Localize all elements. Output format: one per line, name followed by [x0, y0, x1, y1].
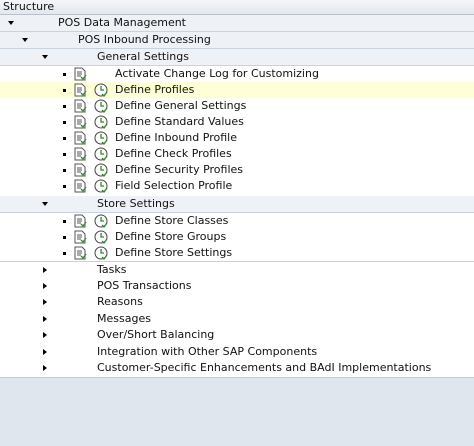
tree-node-label: Integration with Other SAP Components — [97, 345, 318, 358]
tree-node-general-settings[interactable]: General Settings — [0, 49, 474, 66]
bullet-icon — [63, 153, 66, 156]
tree-node-label: Store Settings — [97, 197, 175, 210]
tree-node-label: Messages — [97, 312, 151, 325]
tree-node-label: POS Data Management — [58, 16, 186, 29]
expand-triangle-icon[interactable] — [43, 267, 47, 273]
clock-icon[interactable] — [94, 246, 108, 260]
clock-icon[interactable] — [94, 99, 108, 113]
tree-activity-define-standard-values[interactable]: Define Standard Values — [0, 114, 474, 130]
expand-triangle-icon[interactable] — [43, 365, 47, 371]
tree-node-label: Tasks — [97, 263, 127, 276]
clock-icon[interactable] — [94, 179, 108, 193]
empty-area — [0, 377, 474, 446]
document-icon[interactable] — [73, 83, 87, 97]
tree-activity-label: Define Store Groups — [115, 230, 227, 243]
tree-activity-define-security-profiles[interactable]: Define Security Profiles — [0, 162, 474, 178]
tree-activity-label: Define Store Settings — [115, 246, 233, 259]
tree-activity-label: Define Standard Values — [115, 115, 244, 128]
expand-triangle-icon[interactable] — [42, 202, 48, 206]
bullet-icon — [63, 169, 66, 172]
structure-title: Structure — [3, 0, 55, 13]
tree-activity-define-profiles[interactable]: Define Profiles — [0, 82, 474, 98]
tree-activity-label: Define Store Classes — [115, 214, 229, 227]
bullet-icon — [63, 252, 66, 255]
document-icon[interactable] — [73, 67, 87, 81]
bullet-icon — [63, 137, 66, 140]
tree-node-tasks[interactable]: Tasks — [0, 261, 474, 278]
clock-icon[interactable] — [94, 230, 108, 244]
tree-node-reasons[interactable]: Reasons — [0, 294, 474, 310]
tree-node-pos-inbound-processing[interactable]: POS Inbound Processing — [0, 32, 474, 49]
structure-tree: POS Data Management POS Inbound Processi… — [0, 15, 474, 377]
document-icon[interactable] — [73, 115, 87, 129]
bullet-icon — [63, 220, 66, 223]
bullet-icon — [63, 105, 66, 108]
tree-node-pos-data-management[interactable]: POS Data Management — [0, 15, 474, 32]
tree-activity-label: Define Check Profiles — [115, 147, 232, 160]
tree-activity-define-store-groups[interactable]: Define Store Groups — [0, 229, 474, 245]
tree-node-label: POS Inbound Processing — [78, 33, 211, 46]
tree-activity-define-check-profiles[interactable]: Define Check Profiles — [0, 146, 474, 162]
clock-icon[interactable] — [94, 147, 108, 161]
document-icon[interactable] — [73, 246, 87, 260]
document-icon[interactable] — [73, 230, 87, 244]
tree-activity-define-inbound-profile[interactable]: Define Inbound Profile — [0, 130, 474, 146]
tree-node-over-short-balancing[interactable]: Over/Short Balancing — [0, 327, 474, 343]
expand-triangle-icon[interactable] — [43, 299, 47, 305]
bullet-icon — [63, 185, 66, 188]
expand-triangle-icon[interactable] — [8, 21, 14, 25]
document-icon[interactable] — [73, 179, 87, 193]
tree-activity-label: Define Inbound Profile — [115, 131, 237, 144]
document-icon[interactable] — [73, 147, 87, 161]
expand-triangle-icon[interactable] — [43, 283, 47, 289]
expand-triangle-icon[interactable] — [43, 332, 47, 338]
clock-icon[interactable] — [94, 83, 108, 97]
document-icon[interactable] — [73, 99, 87, 113]
document-icon[interactable] — [73, 163, 87, 177]
tree-node-customer-enhancements[interactable]: Customer-Specific Enhancements and BAdI … — [0, 360, 474, 376]
tree-activity-define-store-classes[interactable]: Define Store Classes — [0, 213, 474, 229]
tree-activity-define-store-settings[interactable]: Define Store Settings — [0, 245, 474, 261]
clock-icon[interactable] — [94, 214, 108, 228]
tree-activity-define-general-settings[interactable]: Define General Settings — [0, 98, 474, 114]
tree-node-label: Over/Short Balancing — [97, 328, 215, 341]
tree-activity-label: Define Security Profiles — [115, 163, 244, 176]
tree-node-label: Customer-Specific Enhancements and BAdI … — [97, 361, 432, 374]
bullet-icon — [63, 73, 66, 76]
tree-node-messages[interactable]: Messages — [0, 311, 474, 327]
tree-node-integration-sap[interactable]: Integration with Other SAP Components — [0, 344, 474, 360]
tree-node-pos-transactions[interactable]: POS Transactions — [0, 278, 474, 294]
expand-triangle-icon[interactable] — [43, 349, 47, 355]
clock-icon[interactable] — [94, 131, 108, 145]
structure-header: Structure — [0, 0, 474, 15]
tree-node-store-settings[interactable]: Store Settings — [0, 196, 474, 213]
tree-node-label: POS Transactions — [97, 279, 192, 292]
tree-node-label: Reasons — [97, 295, 143, 308]
tree-activity-label: Define General Settings — [115, 99, 247, 112]
clock-icon[interactable] — [94, 163, 108, 177]
tree-node-label: General Settings — [97, 50, 189, 63]
expand-triangle-icon[interactable] — [22, 38, 28, 42]
bullet-icon — [63, 236, 66, 239]
clock-icon[interactable] — [94, 115, 108, 129]
document-icon[interactable] — [73, 131, 87, 145]
document-icon[interactable] — [73, 214, 87, 228]
bullet-icon — [63, 89, 66, 92]
expand-triangle-icon[interactable] — [43, 316, 47, 322]
expand-triangle-icon[interactable] — [42, 55, 48, 59]
tree-activity-label: Activate Change Log for Customizing — [115, 67, 319, 80]
tree-activity-activate-change-log[interactable]: Activate Change Log for Customizing — [0, 66, 474, 82]
bullet-icon — [63, 121, 66, 124]
tree-activity-label: Field Selection Profile — [115, 179, 233, 192]
tree-activity-label: Define Profiles — [115, 83, 195, 96]
tree-activity-field-selection-profile[interactable]: Field Selection Profile — [0, 178, 474, 194]
